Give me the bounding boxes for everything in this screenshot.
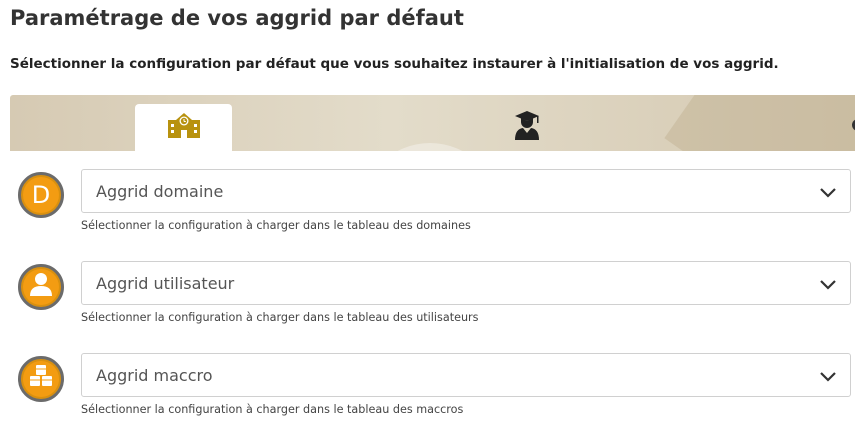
cubes-icon: [28, 364, 54, 394]
chevron-down-icon: [818, 366, 838, 391]
letter-d-icon: D: [23, 177, 59, 213]
graduate-user-icon: [513, 110, 541, 145]
chevron-down-icon: [818, 182, 838, 207]
tab-utilisateurs[interactable]: [478, 104, 575, 151]
maccro-badge: [18, 356, 64, 402]
tab-more[interactable]: [848, 104, 855, 151]
banner-decoration: [664, 95, 855, 151]
helper-text: Sélectionner la configuration à charger …: [81, 311, 479, 324]
chevron-down-icon: [818, 274, 838, 299]
user-icon: [29, 271, 53, 303]
tab-bar: [10, 95, 855, 151]
select-value: Aggrid utilisateur: [96, 273, 235, 293]
select-value: Aggrid domaine: [96, 181, 224, 201]
utilisateur-badge: [18, 264, 64, 310]
domaine-select[interactable]: Aggrid domaine: [81, 169, 851, 213]
tab-domaines[interactable]: [135, 104, 232, 151]
maccro-select[interactable]: Aggrid maccro: [81, 353, 851, 397]
helper-text: Sélectionner la configuration à charger …: [81, 219, 471, 232]
utilisateur-select[interactable]: Aggrid utilisateur: [81, 261, 851, 305]
circle-icon: [848, 115, 855, 140]
page-title: Paramétrage de vos aggrid par défaut: [10, 6, 464, 30]
helper-text: Sélectionner la configuration à charger …: [81, 403, 464, 416]
page-subtitle: Sélectionner la configuration par défaut…: [10, 56, 779, 72]
school-building-icon: [166, 111, 202, 144]
domaine-badge: D: [18, 172, 64, 218]
select-value: Aggrid maccro: [96, 365, 213, 385]
